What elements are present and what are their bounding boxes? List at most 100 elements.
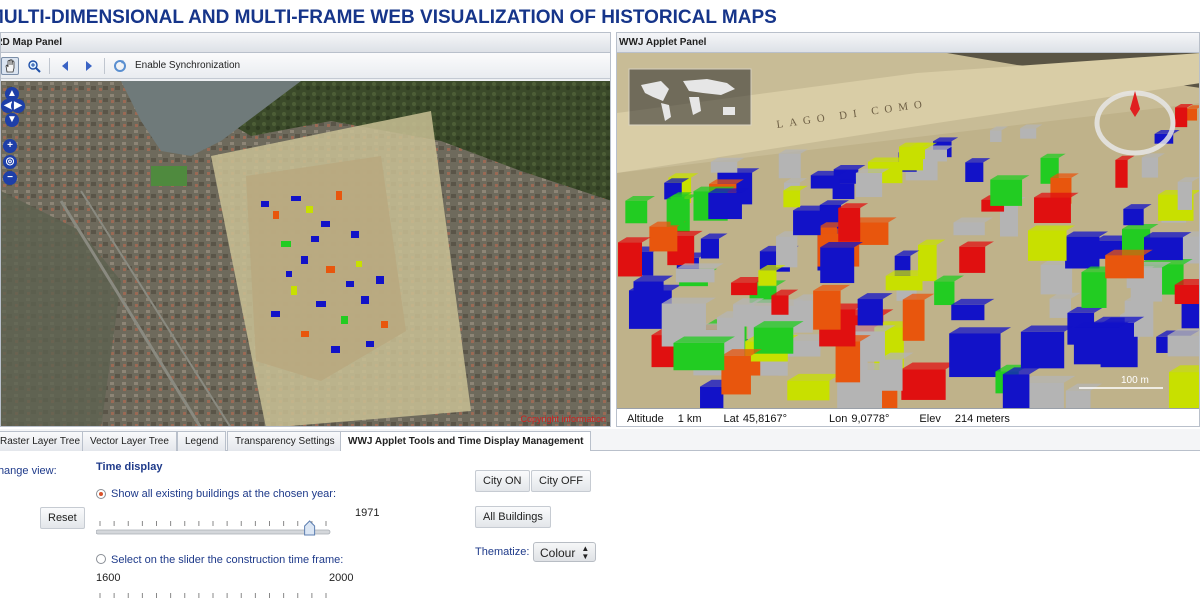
building-block (885, 275, 923, 291)
zoom-icon[interactable] (25, 57, 43, 75)
tab-transparency-settings[interactable]: Transparency Settings (227, 431, 343, 451)
pan-down-icon[interactable]: ▼ (5, 113, 19, 127)
range-max-label: 2000 (329, 572, 354, 584)
tab-wwj-applet-tools[interactable]: WWJ Applet Tools and Time Display Manage… (340, 431, 592, 452)
building-block (1065, 390, 1091, 408)
elev-value: 214 meters (954, 412, 1010, 425)
lon-value: 9,0778° (851, 412, 890, 425)
scale-label: 100 m (1121, 375, 1149, 386)
building-block (758, 270, 777, 286)
city-on-button[interactable]: City ON (475, 470, 530, 492)
building-block (1034, 197, 1071, 224)
all-buildings-button[interactable]: All Buildings (475, 506, 551, 528)
thematize-select[interactable]: Colour ▲ ▼ (533, 542, 597, 562)
city-3d-scene: LAGO DI COMO (617, 53, 1199, 408)
year-value: 1971 (355, 507, 380, 519)
building-block (1177, 181, 1193, 210)
building-block (673, 342, 725, 371)
building-block (934, 281, 955, 306)
year-slider-thumb[interactable] (304, 520, 316, 536)
building-block (771, 295, 789, 315)
building-block (776, 236, 798, 268)
building-block (1186, 108, 1198, 121)
building-block (953, 222, 985, 236)
altitude-value: 1 km (677, 412, 702, 425)
time-frame-slider[interactable] (96, 589, 332, 600)
building-block (925, 149, 947, 162)
time-frame-radio[interactable] (96, 554, 106, 564)
building-block (820, 247, 855, 284)
building-block (959, 246, 986, 273)
map-panel-2d: 2D Map Panel Enable Synchronization ▲ ◀ … (0, 32, 611, 427)
back-arrow-icon[interactable] (56, 57, 74, 75)
building-block (1167, 335, 1199, 357)
select-stepper-icon: ▲ ▼ (581, 544, 590, 561)
year-slider-track (95, 520, 331, 536)
reset-button[interactable]: Reset (40, 507, 85, 529)
building-block (1065, 236, 1100, 269)
globe-3d-view[interactable]: LAGO DI COMO 100 m (617, 53, 1199, 408)
building-block (990, 130, 1002, 143)
building-block (1174, 284, 1199, 305)
city-off-button[interactable]: City OFF (531, 470, 591, 492)
building-block (1123, 208, 1144, 226)
tab-raster-layer-tree[interactable]: Raster Layer Tree (0, 431, 89, 451)
building-block (700, 238, 719, 259)
lon-label: Lon (829, 412, 848, 425)
building-block (1115, 159, 1128, 188)
building-block (710, 161, 738, 173)
range-min-label: 1600 (96, 572, 121, 584)
building-block (1040, 264, 1073, 295)
building-block (899, 146, 924, 171)
pan-hand-icon[interactable] (1, 56, 19, 75)
time-display-controls: Change view: Reset Time display Show all… (0, 451, 1200, 600)
toolbar-separator (49, 57, 50, 74)
building-block (721, 355, 751, 395)
globe-icon[interactable]: ◎ (3, 155, 17, 169)
altitude-label: Altitude (627, 412, 664, 425)
wwj-applet-panel: WWJ Applet Panel LAGO DI COMO 100 m Alti… (616, 32, 1200, 427)
building-block (813, 290, 841, 330)
building-block (1002, 374, 1030, 408)
elev-label: Elev (919, 412, 941, 425)
pan-right-icon[interactable]: ▶ (11, 99, 25, 113)
enable-synchronization-button[interactable]: Enable Synchronization (135, 60, 240, 71)
thematize-label: Thematize: (475, 546, 530, 558)
thematize-selected-value: Colour (540, 546, 576, 560)
wwj-applet-panel-header: WWJ Applet Panel (617, 33, 1199, 53)
map-2d-view[interactable]: ▲ ◀ ▶ ▼ + ◎ − Copyright information (1, 81, 610, 426)
lat-label: Lat (723, 412, 739, 425)
building-block (787, 380, 830, 401)
tab-legend[interactable]: Legend (177, 431, 227, 451)
building-block (901, 369, 946, 400)
refresh-icon[interactable] (111, 57, 129, 75)
show-all-buildings-radio[interactable] (96, 489, 106, 499)
building-block (951, 304, 985, 321)
tab-vector-layer-tree[interactable]: Vector Layer Tree (82, 431, 177, 451)
building-block (670, 196, 685, 226)
building-block (965, 162, 984, 182)
building-block (1105, 255, 1144, 279)
map-copyright-link[interactable]: Copyright information (520, 414, 606, 424)
building-roof (949, 327, 1012, 334)
year-slider-ticks (99, 521, 327, 526)
building-block (1027, 230, 1067, 261)
building-block (1175, 107, 1188, 128)
building-block (793, 210, 821, 236)
building-block (733, 304, 755, 327)
building-block (675, 268, 715, 283)
globe-status-bar: Altitude 1 km Lat 45,8167° Lon 9,0778° E… (617, 408, 1199, 426)
building-block (618, 242, 643, 277)
building-block (783, 190, 801, 208)
forward-arrow-icon[interactable] (80, 57, 98, 75)
building-block (649, 226, 678, 252)
building-block (1020, 128, 1037, 139)
zoom-in-icon[interactable]: + (3, 139, 17, 153)
year-slider[interactable] (95, 517, 332, 541)
building-roof (1034, 192, 1079, 198)
zoom-out-icon[interactable]: − (3, 171, 17, 185)
change-view-label: Change view: (0, 465, 57, 477)
building-block (1073, 327, 1119, 365)
building-block (835, 341, 861, 383)
building-block (990, 179, 1023, 206)
